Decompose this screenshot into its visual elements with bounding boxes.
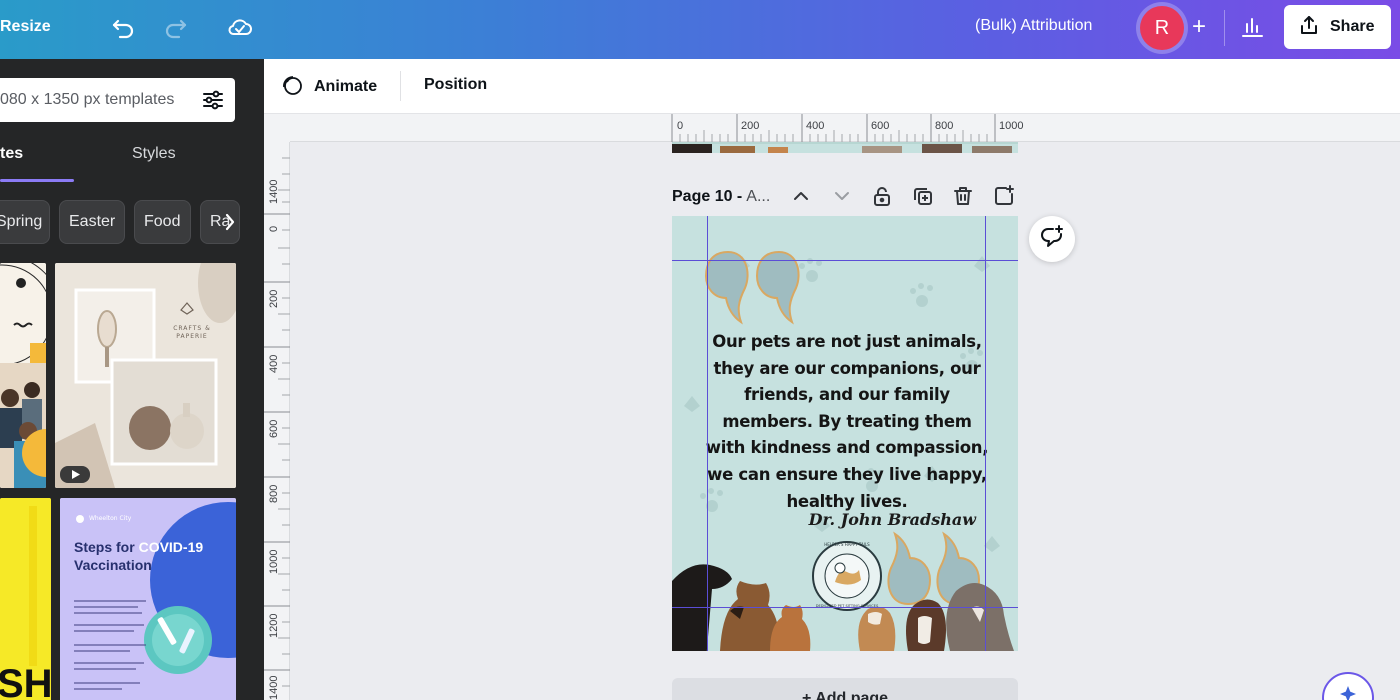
previous-page-bottom[interactable] <box>672 142 1018 153</box>
ruler-left-label: 200 <box>268 290 280 308</box>
ruler-corner <box>264 114 290 142</box>
vertical-ruler[interactable]: 1400 0 200 400 600 800 1000 1200 1400 <box>264 142 290 700</box>
template-thumbnail[interactable] <box>0 263 46 488</box>
share-button[interactable]: Share <box>1284 5 1391 49</box>
animate-label: Animate <box>314 78 377 96</box>
ruler-left-label: 1400 <box>268 676 280 700</box>
guide-line[interactable] <box>672 260 1018 261</box>
design-title[interactable]: (Bulk) Attribution <box>975 17 1092 35</box>
share-label: Share <box>1330 18 1374 36</box>
covid-title: Steps for COVID-19Vaccination <box>74 538 203 574</box>
ruler-top-label: 1000 <box>999 120 1023 132</box>
topbar-divider <box>1224 10 1225 46</box>
design-page[interactable]: Our pets are not just animals, they are … <box>672 216 1018 651</box>
ruler-top-label: 200 <box>741 120 759 132</box>
chevron-up-icon[interactable] <box>789 184 813 208</box>
sparkle-icon <box>1336 684 1360 700</box>
filter-chip-food[interactable]: Food <box>134 200 191 244</box>
chevron-right-icon[interactable] <box>222 209 238 235</box>
add-page-icon[interactable] <box>992 184 1016 208</box>
editor-toolbar: Animate Position <box>264 59 1400 114</box>
tab-styles[interactable]: Styles <box>132 145 176 163</box>
avatar[interactable]: R <box>1140 6 1184 50</box>
ruler-top-label: 800 <box>935 120 953 132</box>
duplicate-page-icon[interactable] <box>911 184 935 208</box>
template-search-input[interactable]: 080 x 1350 px templates <box>0 78 235 122</box>
ruler-left-label: 600 <box>268 420 280 438</box>
yellow-poster-text: SH <box>0 662 51 700</box>
cloud-saved-icon[interactable] <box>226 13 254 41</box>
page-title-suffix[interactable]: A... <box>746 188 770 206</box>
top-bar: Resize (Bulk) Attribution R + Share <box>0 0 1400 59</box>
active-tab-indicator <box>0 179 74 182</box>
template-thumbnail-crafts[interactable]: CRAFTS & PAPERIE <box>55 263 236 488</box>
page-title[interactable]: Page 10 - <box>672 188 742 206</box>
ruler-left-label: 1000 <box>268 550 280 574</box>
resize-label: Resize <box>0 18 51 36</box>
animate-button[interactable]: Animate <box>280 73 377 101</box>
filter-chip-easter[interactable]: Easter <box>59 200 125 244</box>
ruler-top-label: 400 <box>806 120 824 132</box>
ruler-top-label: 600 <box>871 120 889 132</box>
template-thumbnail-yellow[interactable]: SH <box>0 498 51 700</box>
add-page-button[interactable]: + Add page <box>672 678 1018 700</box>
resize-button[interactable]: Resize <box>0 14 51 40</box>
guide-line[interactable] <box>985 216 986 651</box>
lock-icon[interactable] <box>870 184 894 208</box>
quote-author[interactable]: Dr. John Bradshaw <box>809 510 976 529</box>
ruler-top-label: 0 <box>677 120 683 132</box>
undo-icon[interactable] <box>110 14 136 40</box>
guide-line[interactable] <box>707 216 708 651</box>
toolbar-divider <box>400 71 401 101</box>
position-button[interactable]: Position <box>424 76 487 94</box>
ruler-left-label: 800 <box>268 485 280 503</box>
magic-assistant-button[interactable] <box>1322 672 1374 700</box>
add-collaborator-button[interactable]: + <box>1186 13 1212 41</box>
tab-templates[interactable]: tes <box>0 145 23 163</box>
insights-icon[interactable] <box>1238 13 1266 41</box>
filter-icon[interactable] <box>201 88 225 112</box>
ruler-left-label: 0 <box>268 226 280 232</box>
crafts-logo-text: CRAFTS & PAPERIE <box>167 325 217 341</box>
ruler-left-label: 400 <box>268 355 280 373</box>
horizontal-ruler[interactable]: 0 200 400 600 800 1000 <box>290 114 1400 142</box>
add-comment-button[interactable] <box>1029 216 1075 262</box>
logo-text-top: HELPER'S HAPPY TAILS <box>813 542 881 547</box>
redo-icon[interactable] <box>163 14 189 40</box>
filter-chip-spring[interactable]: Spring <box>0 200 50 244</box>
search-text: 080 x 1350 px templates <box>0 91 174 109</box>
chevron-down-icon[interactable] <box>830 184 854 208</box>
template-thumbnail-covid[interactable]: Wheelton City Steps for COVID-19Vaccinat… <box>60 498 236 700</box>
ruler-left-label: 1400 <box>268 180 280 204</box>
comment-plus-icon <box>1039 224 1065 255</box>
ruler-left-label: 1200 <box>268 614 280 638</box>
page-header: Page 10 - A... <box>672 184 770 210</box>
animate-icon <box>280 73 304 102</box>
quote-text[interactable]: Our pets are not just animals, they are … <box>702 329 992 515</box>
share-icon <box>1298 14 1320 41</box>
trash-icon[interactable] <box>951 184 975 208</box>
logo-text-bottom: DEDICATED PET SITTING SERVICES <box>813 604 881 609</box>
covid-org-label: Wheelton City <box>89 515 131 522</box>
template-side-panel: 080 x 1350 px templates tes Styles Sprin… <box>0 59 264 700</box>
